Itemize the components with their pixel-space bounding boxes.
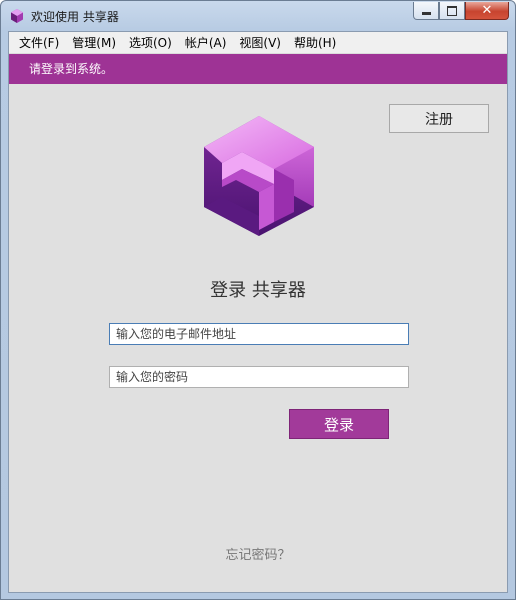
hexagon-logo-icon (11, 9, 23, 23)
email-field[interactable] (109, 323, 409, 345)
status-banner: 请登录到系统。 (9, 54, 507, 84)
maximize-button[interactable] (439, 2, 465, 20)
page-title: 登录 共享器 (210, 280, 306, 301)
register-button[interactable]: 注册 (389, 104, 489, 133)
close-button[interactable]: ✕ (465, 2, 509, 20)
menu-help[interactable]: 帮助(H) (294, 34, 336, 51)
hexagon-logo-icon (204, 116, 314, 236)
close-icon: ✕ (481, 3, 493, 18)
forgot-password-link[interactable]: 忘记密码？ (9, 544, 507, 563)
menu-file[interactable]: 文件(F) (19, 34, 59, 51)
menu-view[interactable]: 视图(V) (239, 34, 281, 51)
menu-options[interactable]: 选项(O) (129, 34, 172, 51)
menu-manage[interactable]: 管理(M) (72, 34, 116, 51)
minimize-button[interactable] (413, 2, 439, 20)
title-bar[interactable]: 欢迎使用 共享器 ✕ (1, 1, 515, 31)
app-window: 欢迎使用 共享器 ✕ 文件(F) 管理(M) 选项(O) 帐户(A) 视图(V)… (0, 0, 516, 600)
login-button[interactable]: 登录 (289, 409, 389, 439)
client-area: 文件(F) 管理(M) 选项(O) 帐户(A) 视图(V) 帮助(H) 请登录到… (8, 31, 508, 593)
menu-bar: 文件(F) 管理(M) 选项(O) 帐户(A) 视图(V) 帮助(H) (9, 32, 507, 54)
window-controls: ✕ (413, 2, 509, 22)
minimize-icon (421, 12, 431, 15)
menu-account[interactable]: 帐户(A) (185, 34, 227, 51)
window-title: 欢迎使用 共享器 (31, 10, 119, 24)
maximize-icon (447, 5, 457, 16)
password-field[interactable] (109, 366, 409, 388)
